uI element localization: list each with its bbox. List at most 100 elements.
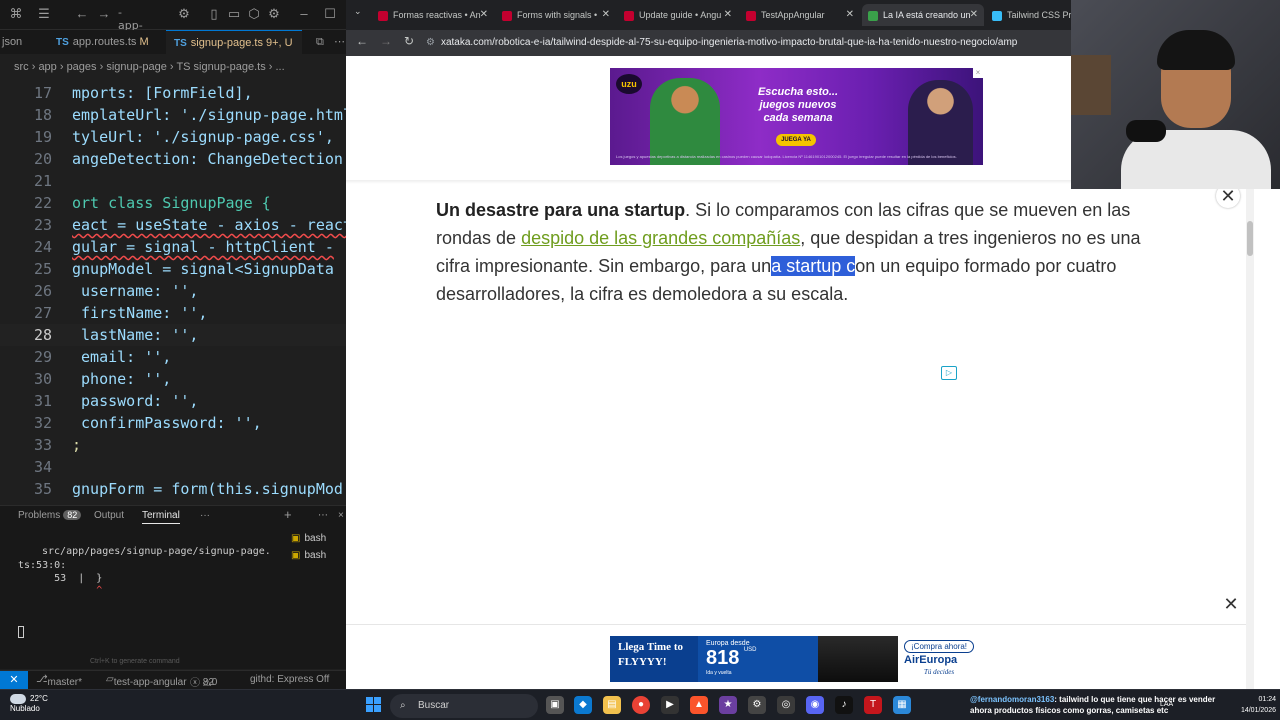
editor-tabs: json TS app.routes.ts M TS signup-page.ts …	[0, 30, 346, 54]
tab-problems[interactable]: Problems 82	[18, 510, 82, 521]
split-editor-icon[interactable]: ⧉	[316, 30, 330, 54]
maximize-icon[interactable]: ☐	[322, 6, 338, 22]
chatgpt-icon[interactable]: ⚙	[748, 696, 766, 714]
tab-signup-page[interactable]: TS signup-page.ts 9+, U	[166, 30, 302, 54]
panel-more-icon[interactable]: ···	[200, 510, 210, 521]
tab-modified-badge: M	[139, 36, 149, 48]
ad-brand-box: ¡Compra ahora! AirEuropa Tú decides	[898, 636, 983, 682]
line-number: 26	[33, 282, 52, 300]
line-number: 25	[33, 260, 52, 278]
menu-icon[interactable]: ☰	[36, 6, 52, 22]
tab-title: Formas reactivas • An	[393, 10, 481, 20]
forward-icon[interactable]: →	[380, 34, 392, 48]
close-tab-icon[interactable]: ✕	[724, 4, 732, 26]
terminal-app-icon[interactable]: ▶	[661, 696, 679, 714]
status-bar: ✕ ⎇ master* ▱ test-app-angular ⓧ 82 ⚠ 0 …	[0, 670, 346, 689]
adchoices-icon[interactable]: ▷	[941, 366, 957, 380]
more-actions-icon[interactable]: ⋯	[334, 30, 346, 54]
chrome-icon[interactable]: ●	[632, 696, 650, 714]
clock-time: 01:24	[1258, 696, 1276, 703]
browser-tab[interactable]: Update guide • Angu ✕	[618, 4, 738, 26]
problems-status[interactable]: ⓧ 82 ⚠ 0	[190, 674, 217, 689]
panel-actions-icon[interactable]: ⋯	[318, 510, 328, 521]
tab-terminal[interactable]: Terminal	[142, 510, 180, 524]
close-panel-icon[interactable]: ×	[338, 510, 344, 521]
tab-app-routes[interactable]: TS app.routes.ts M	[52, 30, 162, 54]
tab-output[interactable]: Output	[94, 510, 124, 521]
app-icon[interactable]: T	[864, 696, 882, 714]
settings-icon[interactable]: ⚙	[266, 6, 282, 22]
forward-icon[interactable]: →	[96, 6, 112, 22]
close-tab-icon[interactable]: ✕	[846, 4, 854, 26]
terminal-instance[interactable]: ▣ bash	[291, 533, 326, 544]
browser-tab[interactable]: Formas reactivas • An ✕	[372, 4, 494, 26]
ad-close-icon[interactable]: ×	[973, 68, 983, 78]
branch-name: master*	[47, 677, 82, 688]
code-line: 30 phone: '',	[0, 368, 346, 390]
command-center-search[interactable]: -app-	[118, 6, 146, 32]
tab-json[interactable]: json	[0, 30, 48, 54]
taskbar-search[interactable]: ⌕ Buscar	[390, 694, 538, 718]
back-icon[interactable]: ←	[356, 34, 368, 48]
ad-fine-print: Los juegos y apuestas deportivas a dista…	[616, 154, 957, 159]
sticky-ad-bar: Llega Time to FLYYYY! Europa desde 818 U…	[346, 624, 1246, 689]
tab-search-icon[interactable]: ⌄	[354, 6, 362, 17]
code-text: angeDetection: ChangeDetection	[72, 150, 343, 168]
toggle-sidebar-icon[interactable]: ▯	[206, 6, 222, 22]
project-status[interactable]: ▱ test-app-angular	[106, 674, 187, 688]
branch-status[interactable]: ⎇ master*	[36, 674, 82, 688]
discord-icon[interactable]: ◉	[806, 696, 824, 714]
copilot-icon[interactable]: ⚙	[176, 6, 192, 22]
extension-status[interactable]: githd: Express Off	[250, 674, 329, 685]
code-text: gnupModel = signal<SignupData	[72, 260, 334, 278]
reload-icon[interactable]: ↻	[404, 34, 414, 48]
language-indicator[interactable]: LAA	[1160, 701, 1173, 708]
file-explorer-icon[interactable]: ▤	[603, 696, 621, 714]
line-number: 35	[33, 480, 52, 498]
ad-banner-bottom[interactable]: Llega Time to FLYYYY! Europa desde 818 U…	[610, 636, 983, 682]
browser-tab-active[interactable]: La IA está creando un ✕	[862, 4, 984, 26]
text-selection: a startup c	[771, 256, 856, 276]
toggle-panel-icon[interactable]: ▭	[226, 6, 242, 22]
remote-icon[interactable]: ✕	[0, 671, 28, 689]
back-icon[interactable]: ←	[74, 6, 90, 22]
minimize-icon[interactable]: –	[296, 6, 312, 22]
code-line: 31 password: '',	[0, 390, 346, 412]
start-button[interactable]	[366, 697, 382, 713]
close-sticky-ad-icon[interactable]: ✕	[1221, 594, 1241, 614]
angular-favicon-icon	[502, 10, 512, 21]
close-tab-icon[interactable]: ✕	[970, 4, 978, 26]
weather-widget[interactable]: 22°C Nublado	[10, 694, 48, 714]
tailwind-favicon-icon	[992, 10, 1002, 21]
code-text: tyleUrl: './signup-page.css',	[72, 128, 334, 146]
task-view-icon[interactable]: ▣	[546, 696, 564, 714]
brave-icon[interactable]: ▲	[690, 696, 708, 714]
weather-condition: Nublado	[10, 704, 40, 714]
browser-tab[interactable]: Forms with signals • ✕	[496, 4, 616, 26]
clock-date: 14/01/2026	[1240, 707, 1276, 714]
system-clock[interactable]: 01:24 14/01/2026	[1224, 694, 1276, 716]
ad-banner-top[interactable]: uzu Escucha esto... juegos nuevos cada s…	[610, 68, 983, 165]
app-icon[interactable]: ▦	[893, 696, 911, 714]
ad-cta-button[interactable]: JUEGA YA	[776, 134, 816, 146]
site-info-icon[interactable]: ⚙	[426, 37, 435, 48]
extensions-icon[interactable]: ⬡	[246, 6, 262, 22]
copilot-icon[interactable]: ◆	[574, 696, 592, 714]
close-tab-icon[interactable]: ✕	[602, 4, 610, 26]
app-icon[interactable]: ★	[719, 696, 737, 714]
code-line: 22 ort class SignupPage {	[0, 192, 346, 214]
tab-title: TestAppAngular	[761, 10, 825, 20]
breadcrumb[interactable]: src › app › pages › signup-page › TS sig…	[0, 54, 346, 80]
scrollbar-thumb[interactable]	[1247, 221, 1253, 256]
line-number: 29	[33, 348, 52, 366]
tiktok-icon[interactable]: ♪	[835, 696, 853, 714]
close-tab-icon[interactable]: ✕	[480, 4, 488, 26]
github-icon[interactable]: ◎	[777, 696, 795, 714]
code-editor[interactable]: 17 mports: [FormField], 18 emplateUrl: './…	[0, 80, 346, 500]
ad-buy-button[interactable]: ¡Compra ahora!	[904, 640, 975, 653]
url-field[interactable]: ⚙ xataka.com/robotica-e-ia/tailwind-despi…	[426, 33, 1066, 53]
terminal-instance[interactable]: ▣ bash	[291, 550, 326, 561]
browser-tab[interactable]: TestAppAngular ✕	[740, 4, 860, 26]
new-terminal-icon[interactable]: +	[284, 507, 292, 522]
article-link[interactable]: despido de las grandes compañías	[521, 228, 800, 248]
